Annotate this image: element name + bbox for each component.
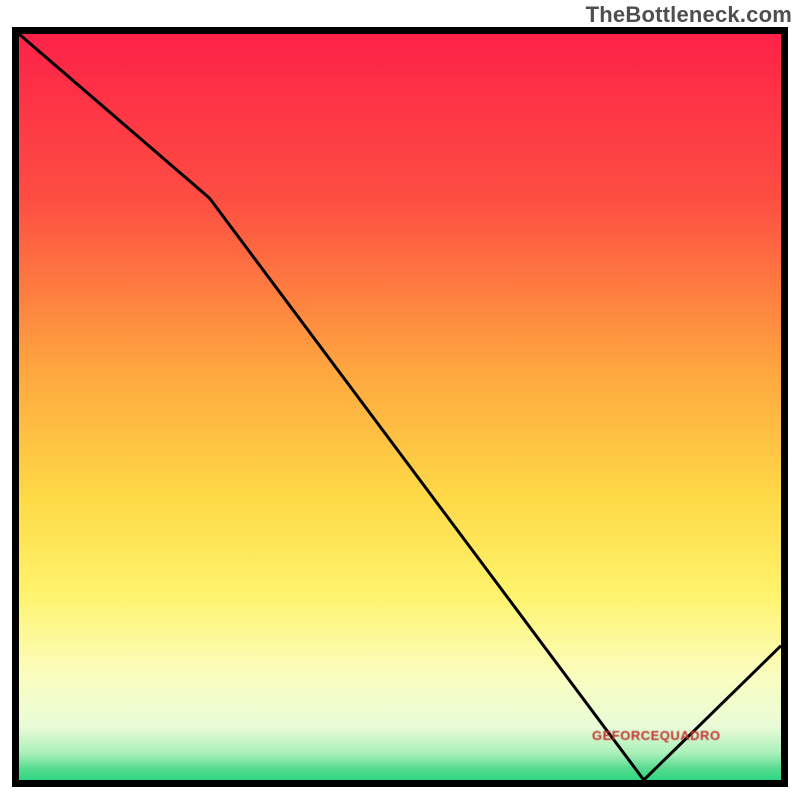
bottleneck-chart: GEFORCEQUADRO [0,0,800,800]
plot-background [19,34,781,780]
marker-label: GEFORCEQUADRO [592,728,721,743]
chart-stage: TheBottleneck.com GEFORCEQUADRO [0,0,800,800]
